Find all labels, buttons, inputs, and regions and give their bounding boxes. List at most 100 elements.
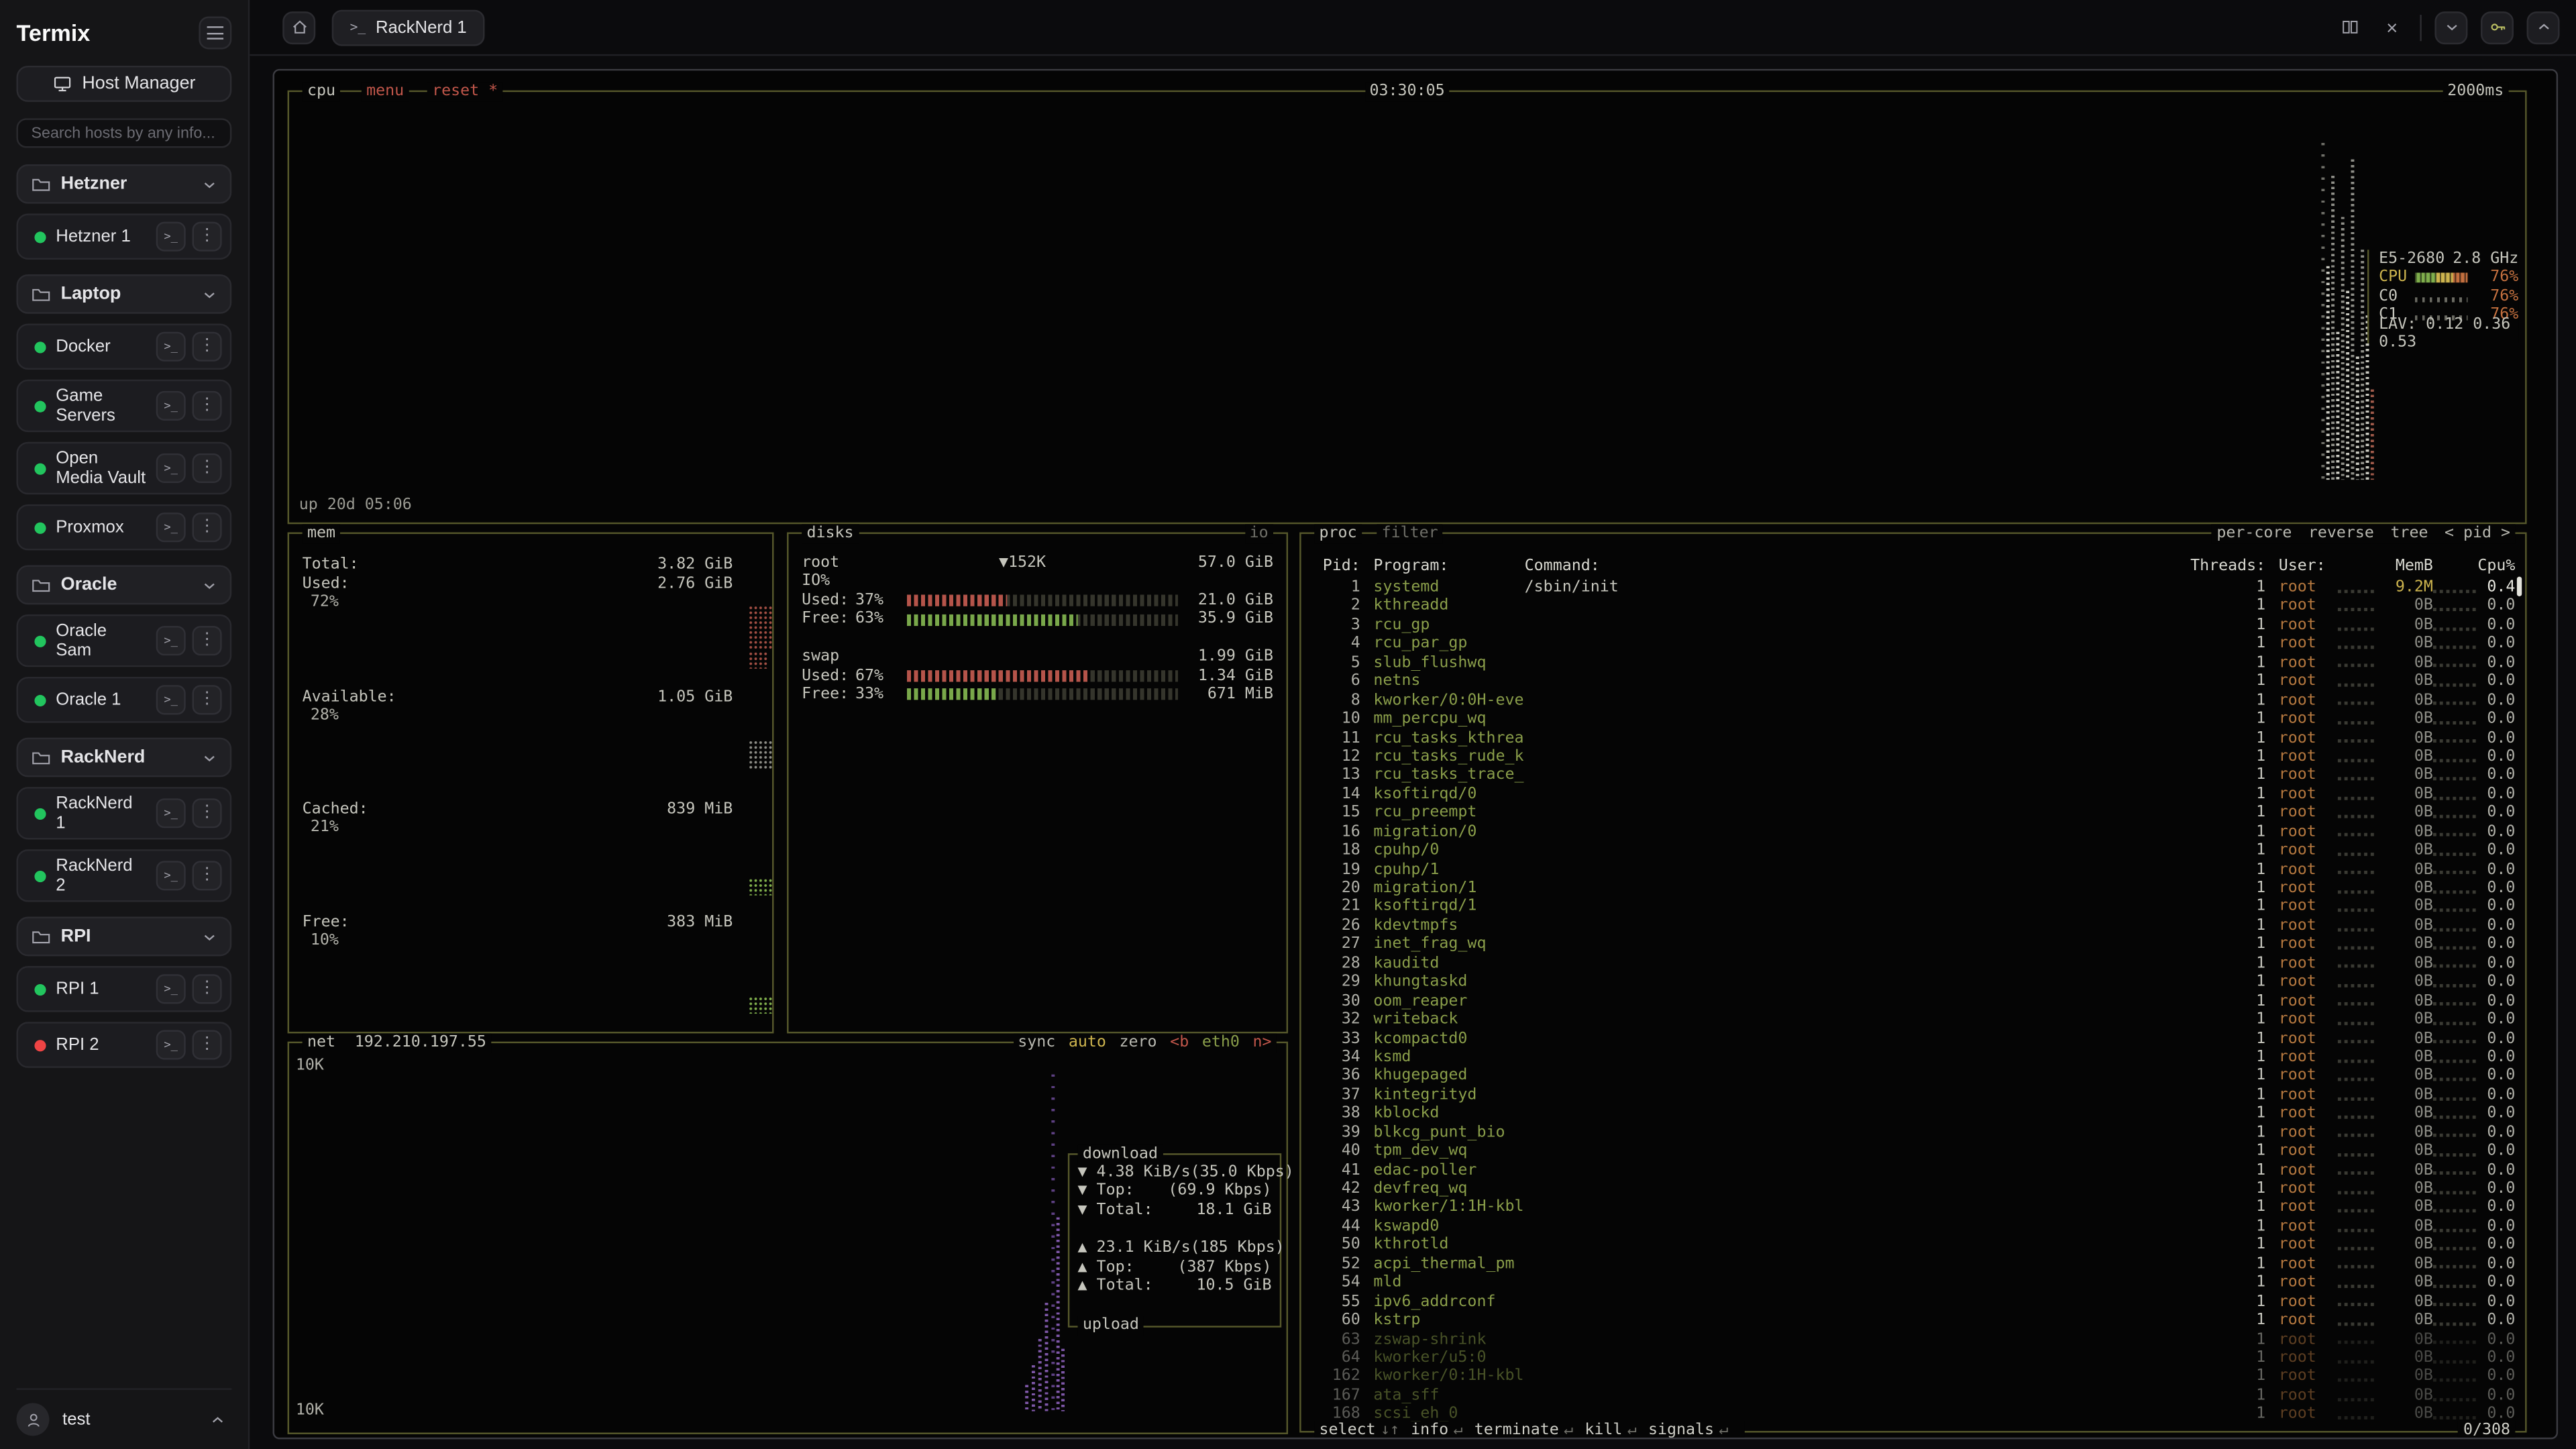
search-input[interactable] xyxy=(16,118,231,148)
host-terminal-button[interactable]: >_ xyxy=(156,391,186,421)
process-row[interactable]: 13rcu_tasks_trace_1root0B0.0 xyxy=(1301,766,2526,785)
proc-scrollbar-thumb[interactable] xyxy=(2517,577,2522,596)
proc-hint-kill[interactable]: kill xyxy=(1585,1421,1622,1439)
host-menu-button[interactable]: ⋮ xyxy=(193,861,222,890)
host-terminal-button[interactable]: >_ xyxy=(156,513,186,542)
process-row[interactable]: 10mm_percpu_wq1root0B0.0 xyxy=(1301,710,2526,729)
host-terminal-button[interactable]: >_ xyxy=(156,453,186,483)
process-row[interactable]: 1systemd/sbin/init1root9.2M0.4 xyxy=(1301,578,2526,597)
col-cpu[interactable]: Cpu% xyxy=(2476,557,2516,576)
col-user[interactable]: User: xyxy=(2279,557,2338,576)
host-item-docker[interactable]: Docker>_⋮ xyxy=(16,323,231,370)
col-program[interactable]: Program: xyxy=(1373,557,1524,576)
host-manager-button[interactable]: Host Manager xyxy=(16,66,231,102)
process-row[interactable]: 44kswapd01root0B0.0 xyxy=(1301,1217,2526,1236)
host-item-racknerd-1[interactable]: RackNerd 1>_⋮ xyxy=(16,787,231,839)
folder-rpi[interactable]: RPI xyxy=(16,917,231,957)
split-view-button[interactable] xyxy=(2334,12,2364,42)
process-row[interactable]: 42devfreq_wq1root0B0.0 xyxy=(1301,1179,2526,1198)
host-menu-button[interactable]: ⋮ xyxy=(193,453,222,483)
col-threads[interactable]: Threads: xyxy=(2190,557,2266,576)
process-row[interactable]: 6netns1root0B0.0 xyxy=(1301,672,2526,691)
process-row[interactable]: 18cpuhp/01root0B0.0 xyxy=(1301,841,2526,860)
host-terminal-button[interactable]: >_ xyxy=(156,626,186,655)
process-row[interactable]: 30oom_reaper1root0B0.0 xyxy=(1301,991,2526,1010)
process-row[interactable]: 26kdevtmpfs1root0B0.0 xyxy=(1301,916,2526,935)
process-row[interactable]: 50kthrotld1root0B0.0 xyxy=(1301,1236,2526,1254)
host-item-oracle-1[interactable]: Oracle 1>_⋮ xyxy=(16,677,231,723)
process-row[interactable]: 60kstrp1root0B0.0 xyxy=(1301,1311,2526,1330)
host-item-rpi-2[interactable]: RPI 2>_⋮ xyxy=(16,1022,231,1068)
process-row[interactable]: 39blkcg_punt_bio1root0B0.0 xyxy=(1301,1123,2526,1142)
process-row[interactable]: 40tpm_dev_wq1root0B0.0 xyxy=(1301,1142,2526,1161)
host-menu-button[interactable]: ⋮ xyxy=(193,798,222,828)
host-menu-button[interactable]: ⋮ xyxy=(193,1030,222,1060)
host-item-hetzner-1[interactable]: Hetzner 1>_⋮ xyxy=(16,213,231,260)
proc-hint-info[interactable]: info xyxy=(1411,1421,1448,1439)
expand-panel-button[interactable] xyxy=(2527,11,2560,44)
tab-racknerd-1[interactable]: >_ RackNerd 1 xyxy=(332,9,485,45)
process-row[interactable]: 64kworker/u5:01root0B0.0 xyxy=(1301,1348,2526,1367)
host-item-racknerd-2[interactable]: RackNerd 2>_⋮ xyxy=(16,849,231,902)
process-row[interactable]: 32writeback1root0B0.0 xyxy=(1301,1010,2526,1029)
proc-control-pid[interactable]: < pid > xyxy=(2445,524,2510,543)
host-menu-button[interactable]: ⋮ xyxy=(193,332,222,362)
process-row[interactable]: 55ipv6_addrconf1root0B0.0 xyxy=(1301,1292,2526,1311)
close-terminal-button[interactable]: × xyxy=(2377,12,2407,42)
user-menu-button[interactable] xyxy=(202,1405,231,1434)
io-mode-toggle[interactable]: io xyxy=(1244,524,1273,543)
host-item-rpi-1[interactable]: RPI 1>_⋮ xyxy=(16,966,231,1012)
folder-racknerd[interactable]: RackNerd xyxy=(16,738,231,777)
collapse-panel-button[interactable] xyxy=(2434,11,2467,44)
host-item-proxmox[interactable]: Proxmox>_⋮ xyxy=(16,504,231,551)
host-menu-button[interactable]: ⋮ xyxy=(193,513,222,542)
process-row[interactable]: 63zswap-shrink1root0B0.0 xyxy=(1301,1330,2526,1348)
host-terminal-button[interactable]: >_ xyxy=(156,974,186,1004)
process-row[interactable]: 3rcu_gp1root0B0.0 xyxy=(1301,616,2526,635)
folder-collapse-button[interactable] xyxy=(194,922,223,951)
proc-filter-button[interactable]: filter xyxy=(1377,524,1443,543)
process-row[interactable]: 41edac-poller1root0B0.0 xyxy=(1301,1161,2526,1179)
process-row[interactable]: 52acpi_thermal_pm1root0B0.0 xyxy=(1301,1254,2526,1273)
col-command[interactable]: Command: xyxy=(1525,557,2190,576)
process-row[interactable]: 14ksoftirqd/01root0B0.0 xyxy=(1301,785,2526,804)
folder-collapse-button[interactable] xyxy=(194,279,223,309)
process-row[interactable]: 33kcompactd01root0B0.0 xyxy=(1301,1029,2526,1048)
folder-hetzner[interactable]: Hetzner xyxy=(16,164,231,204)
sidebar-menu-button[interactable] xyxy=(199,16,231,49)
process-row[interactable]: 16migration/01root0B0.0 xyxy=(1301,822,2526,841)
host-terminal-button[interactable]: >_ xyxy=(156,798,186,828)
process-row[interactable]: 162kworker/0:1H-kbl1root0B0.0 xyxy=(1301,1367,2526,1386)
user-row[interactable]: test xyxy=(16,1388,231,1436)
folder-oracle[interactable]: Oracle xyxy=(16,565,231,604)
host-menu-button[interactable]: ⋮ xyxy=(193,391,222,421)
process-row[interactable]: 19cpuhp/11root0B0.0 xyxy=(1301,860,2526,879)
process-row[interactable]: 20migration/11root0B0.0 xyxy=(1301,879,2526,898)
process-row[interactable]: 37kintegrityd1root0B0.0 xyxy=(1301,1085,2526,1104)
process-row[interactable]: 15rcu_preempt1root0B0.0 xyxy=(1301,804,2526,822)
ssh-keys-button[interactable] xyxy=(2481,11,2514,44)
process-row[interactable]: 28kauditd1root0B0.0 xyxy=(1301,954,2526,973)
proc-control-tree[interactable]: tree xyxy=(2390,524,2428,543)
process-row[interactable]: 36khugepaged1root0B0.0 xyxy=(1301,1067,2526,1085)
folder-collapse-button[interactable] xyxy=(194,743,223,772)
host-item-game-servers[interactable]: Game Servers>_⋮ xyxy=(16,380,231,432)
folder-collapse-button[interactable] xyxy=(194,169,223,199)
process-row[interactable]: 27inet_frag_wq1root0B0.0 xyxy=(1301,935,2526,954)
process-row[interactable]: 5slub_flushwq1root0B0.0 xyxy=(1301,653,2526,672)
process-row[interactable]: 54mld1root0B0.0 xyxy=(1301,1273,2526,1292)
proc-control-percore[interactable]: per-core xyxy=(2216,524,2292,543)
proc-hint-terminate[interactable]: terminate xyxy=(1474,1421,1559,1439)
process-row[interactable]: 167ata_sff1root0B0.0 xyxy=(1301,1386,2526,1405)
host-terminal-button[interactable]: >_ xyxy=(156,332,186,362)
process-row[interactable]: 11rcu_tasks_kthrea1root0B0.0 xyxy=(1301,729,2526,747)
process-row[interactable]: 34ksmd1root0B0.0 xyxy=(1301,1048,2526,1067)
proc-hint-select[interactable]: select xyxy=(1320,1421,1376,1439)
host-menu-button[interactable]: ⋮ xyxy=(193,974,222,1004)
host-terminal-button[interactable]: >_ xyxy=(156,222,186,252)
folder-laptop[interactable]: Laptop xyxy=(16,274,231,314)
process-row[interactable]: 43kworker/1:1H-kbl1root0B0.0 xyxy=(1301,1198,2526,1217)
host-terminal-button[interactable]: >_ xyxy=(156,1030,186,1060)
host-item-oracle-sam[interactable]: Oracle Sam>_⋮ xyxy=(16,614,231,667)
process-row[interactable]: 2kthreadd1root0B0.0 xyxy=(1301,597,2526,616)
